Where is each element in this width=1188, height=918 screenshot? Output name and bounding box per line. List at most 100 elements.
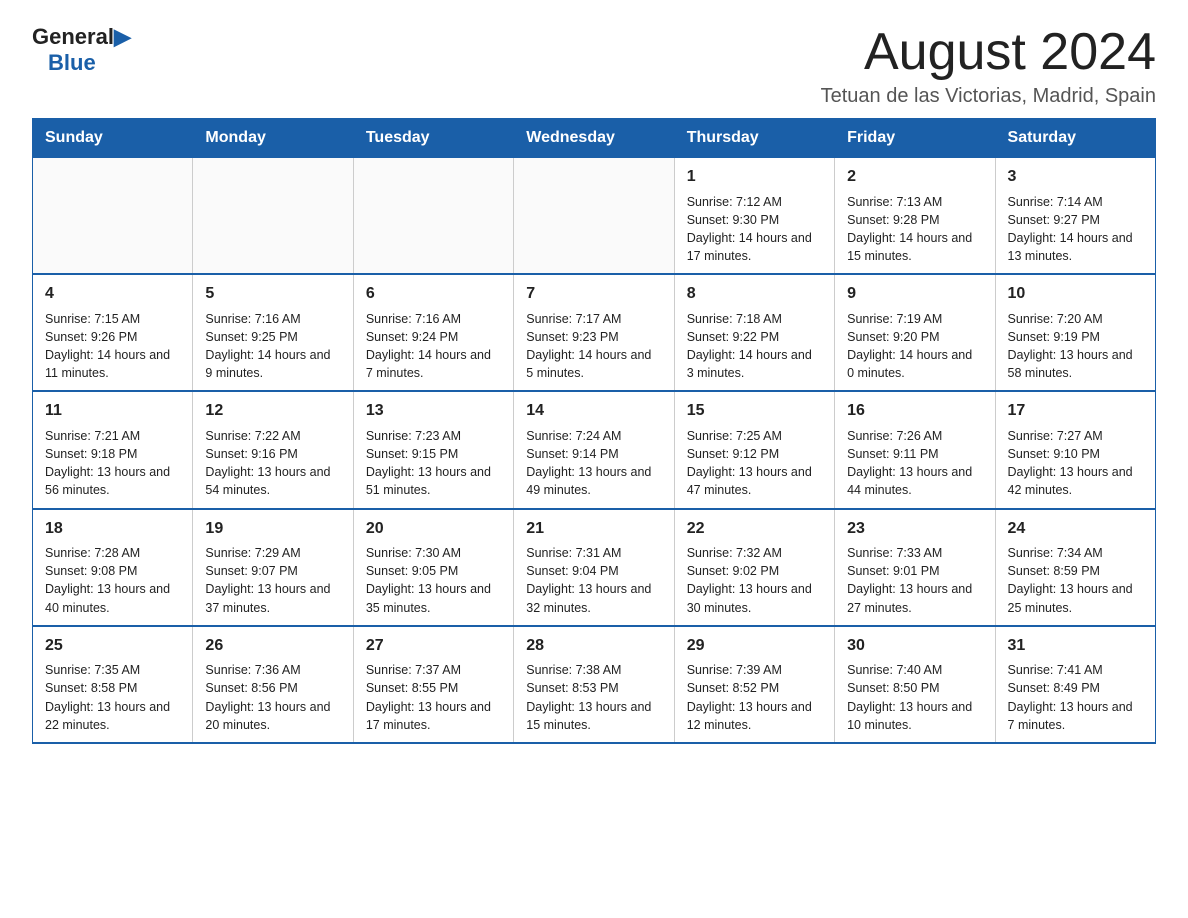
header: General▶ Blue August 2024 Tetuan de las … — [32, 24, 1156, 108]
calendar-body: 1 Sunrise: 7:12 AM Sunset: 9:30 PM Daylig… — [33, 158, 1156, 743]
logo: General▶ Blue — [32, 24, 131, 76]
day-number: 15 — [687, 400, 822, 422]
day-number: 19 — [205, 518, 340, 540]
day-cell: 2 Sunrise: 7:13 AM Sunset: 9:28 PM Daylig… — [835, 158, 995, 275]
day-cell: 31 Sunrise: 7:41 AM Sunset: 8:49 PM Dayli… — [995, 626, 1155, 743]
day-info: Sunrise: 7:36 AM Sunset: 8:56 PM Dayligh… — [205, 663, 330, 732]
day-info: Sunrise: 7:37 AM Sunset: 8:55 PM Dayligh… — [366, 663, 491, 732]
day-info: Sunrise: 7:23 AM Sunset: 9:15 PM Dayligh… — [366, 429, 491, 498]
day-cell — [193, 158, 353, 275]
day-cell: 7 Sunrise: 7:17 AM Sunset: 9:23 PM Daylig… — [514, 274, 674, 391]
day-number: 6 — [366, 283, 501, 305]
week-row-4: 18Sunrise: 7:28 AM Sunset: 9:08 PM Dayli… — [33, 509, 1156, 626]
logo-general-text: General▶ — [32, 24, 131, 50]
day-number: 1 — [687, 166, 822, 188]
day-info: Sunrise: 7:41 AM Sunset: 8:49 PM Dayligh… — [1008, 663, 1133, 732]
day-info: Sunrise: 7:34 AM Sunset: 8:59 PM Dayligh… — [1008, 546, 1133, 615]
day-cell: 6 Sunrise: 7:16 AM Sunset: 9:24 PM Daylig… — [353, 274, 513, 391]
calendar-table: SundayMondayTuesdayWednesdayThursdayFrid… — [32, 118, 1156, 744]
day-number: 20 — [366, 518, 501, 540]
day-info: Sunrise: 7:13 AM Sunset: 9:28 PM Dayligh… — [847, 195, 972, 264]
day-info: Sunrise: 7:29 AM Sunset: 9:07 PM Dayligh… — [205, 546, 330, 615]
column-header-sunday: Sunday — [33, 119, 193, 158]
day-info: Sunrise: 7:26 AM Sunset: 9:11 PM Dayligh… — [847, 429, 972, 498]
day-cell: 12Sunrise: 7:22 AM Sunset: 9:16 PM Dayli… — [193, 391, 353, 508]
day-info: Sunrise: 7:30 AM Sunset: 9:05 PM Dayligh… — [366, 546, 491, 615]
day-cell: 19 Sunrise: 7:29 AM Sunset: 9:07 PM Dayli… — [193, 509, 353, 626]
month-title: August 2024 — [821, 24, 1156, 81]
day-info: Sunrise: 7:17 AM Sunset: 9:23 PM Dayligh… — [526, 312, 651, 381]
day-cell: 20 Sunrise: 7:30 AM Sunset: 9:05 PM Dayli… — [353, 509, 513, 626]
day-number: 7 — [526, 283, 661, 305]
day-number: 18 — [45, 518, 180, 540]
day-cell: 10Sunrise: 7:20 AM Sunset: 9:19 PM Dayli… — [995, 274, 1155, 391]
header-row: SundayMondayTuesdayWednesdayThursdayFrid… — [33, 119, 1156, 158]
day-number: 24 — [1008, 518, 1143, 540]
day-cell: 11 Sunrise: 7:21 AM Sunset: 9:18 PM Dayli… — [33, 391, 193, 508]
day-cell: 25 Sunrise: 7:35 AM Sunset: 8:58 PM Dayli… — [33, 626, 193, 743]
day-number: 13 — [366, 400, 501, 422]
day-number: 5 — [205, 283, 340, 305]
day-cell: 27 Sunrise: 7:37 AM Sunset: 8:55 PM Dayli… — [353, 626, 513, 743]
day-cell: 21 Sunrise: 7:31 AM Sunset: 9:04 PM Dayli… — [514, 509, 674, 626]
logo-triangle-shape: ▶ — [114, 24, 131, 49]
day-info: Sunrise: 7:12 AM Sunset: 9:30 PM Dayligh… — [687, 195, 812, 264]
day-info: Sunrise: 7:27 AM Sunset: 9:10 PM Dayligh… — [1008, 429, 1133, 498]
day-number: 26 — [205, 635, 340, 657]
day-number: 14 — [526, 400, 661, 422]
column-header-saturday: Saturday — [995, 119, 1155, 158]
day-info: Sunrise: 7:21 AM Sunset: 9:18 PM Dayligh… — [45, 429, 170, 498]
day-number: 3 — [1008, 166, 1143, 188]
day-info: Sunrise: 7:19 AM Sunset: 9:20 PM Dayligh… — [847, 312, 972, 381]
day-number: 31 — [1008, 635, 1143, 657]
day-info: Sunrise: 7:40 AM Sunset: 8:50 PM Dayligh… — [847, 663, 972, 732]
day-cell: 16Sunrise: 7:26 AM Sunset: 9:11 PM Dayli… — [835, 391, 995, 508]
week-row-5: 25 Sunrise: 7:35 AM Sunset: 8:58 PM Dayli… — [33, 626, 1156, 743]
day-cell: 24 Sunrise: 7:34 AM Sunset: 8:59 PM Dayli… — [995, 509, 1155, 626]
day-cell: 29Sunrise: 7:39 AM Sunset: 8:52 PM Dayli… — [674, 626, 834, 743]
day-number: 11 — [45, 400, 180, 422]
day-info: Sunrise: 7:31 AM Sunset: 9:04 PM Dayligh… — [526, 546, 651, 615]
week-row-3: 11 Sunrise: 7:21 AM Sunset: 9:18 PM Dayli… — [33, 391, 1156, 508]
day-info: Sunrise: 7:25 AM Sunset: 9:12 PM Dayligh… — [687, 429, 812, 498]
day-number: 9 — [847, 283, 982, 305]
column-header-thursday: Thursday — [674, 119, 834, 158]
day-info: Sunrise: 7:15 AM Sunset: 9:26 PM Dayligh… — [45, 312, 170, 381]
day-number: 23 — [847, 518, 982, 540]
day-info: Sunrise: 7:32 AM Sunset: 9:02 PM Dayligh… — [687, 546, 812, 615]
day-number: 25 — [45, 635, 180, 657]
column-header-tuesday: Tuesday — [353, 119, 513, 158]
day-cell: 15 Sunrise: 7:25 AM Sunset: 9:12 PM Dayli… — [674, 391, 834, 508]
calendar-header: SundayMondayTuesdayWednesdayThursdayFrid… — [33, 119, 1156, 158]
day-number: 2 — [847, 166, 982, 188]
day-number: 12 — [205, 400, 340, 422]
day-number: 17 — [1008, 400, 1143, 422]
day-number: 27 — [366, 635, 501, 657]
day-number: 28 — [526, 635, 661, 657]
day-cell: 23 Sunrise: 7:33 AM Sunset: 9:01 PM Dayli… — [835, 509, 995, 626]
day-info: Sunrise: 7:16 AM Sunset: 9:25 PM Dayligh… — [205, 312, 330, 381]
day-info: Sunrise: 7:24 AM Sunset: 9:14 PM Dayligh… — [526, 429, 651, 498]
day-info: Sunrise: 7:33 AM Sunset: 9:01 PM Dayligh… — [847, 546, 972, 615]
column-header-monday: Monday — [193, 119, 353, 158]
day-info: Sunrise: 7:16 AM Sunset: 9:24 PM Dayligh… — [366, 312, 491, 381]
column-header-wednesday: Wednesday — [514, 119, 674, 158]
week-row-2: 4Sunrise: 7:15 AM Sunset: 9:26 PM Daylig… — [33, 274, 1156, 391]
title-block: August 2024 Tetuan de las Victorias, Mad… — [821, 24, 1156, 108]
day-info: Sunrise: 7:18 AM Sunset: 9:22 PM Dayligh… — [687, 312, 812, 381]
day-cell: 18Sunrise: 7:28 AM Sunset: 9:08 PM Dayli… — [33, 509, 193, 626]
day-cell — [353, 158, 513, 275]
day-cell: 4Sunrise: 7:15 AM Sunset: 9:26 PM Daylig… — [33, 274, 193, 391]
day-cell: 13 Sunrise: 7:23 AM Sunset: 9:15 PM Dayli… — [353, 391, 513, 508]
day-cell: 14 Sunrise: 7:24 AM Sunset: 9:14 PM Dayli… — [514, 391, 674, 508]
day-info: Sunrise: 7:20 AM Sunset: 9:19 PM Dayligh… — [1008, 312, 1133, 381]
day-cell: 8Sunrise: 7:18 AM Sunset: 9:22 PM Daylig… — [674, 274, 834, 391]
logo-blue-text: Blue — [48, 50, 96, 76]
day-cell — [514, 158, 674, 275]
day-cell: 1 Sunrise: 7:12 AM Sunset: 9:30 PM Daylig… — [674, 158, 834, 275]
day-info: Sunrise: 7:35 AM Sunset: 8:58 PM Dayligh… — [45, 663, 170, 732]
day-number: 21 — [526, 518, 661, 540]
day-info: Sunrise: 7:38 AM Sunset: 8:53 PM Dayligh… — [526, 663, 651, 732]
column-header-friday: Friday — [835, 119, 995, 158]
day-info: Sunrise: 7:14 AM Sunset: 9:27 PM Dayligh… — [1008, 195, 1133, 264]
